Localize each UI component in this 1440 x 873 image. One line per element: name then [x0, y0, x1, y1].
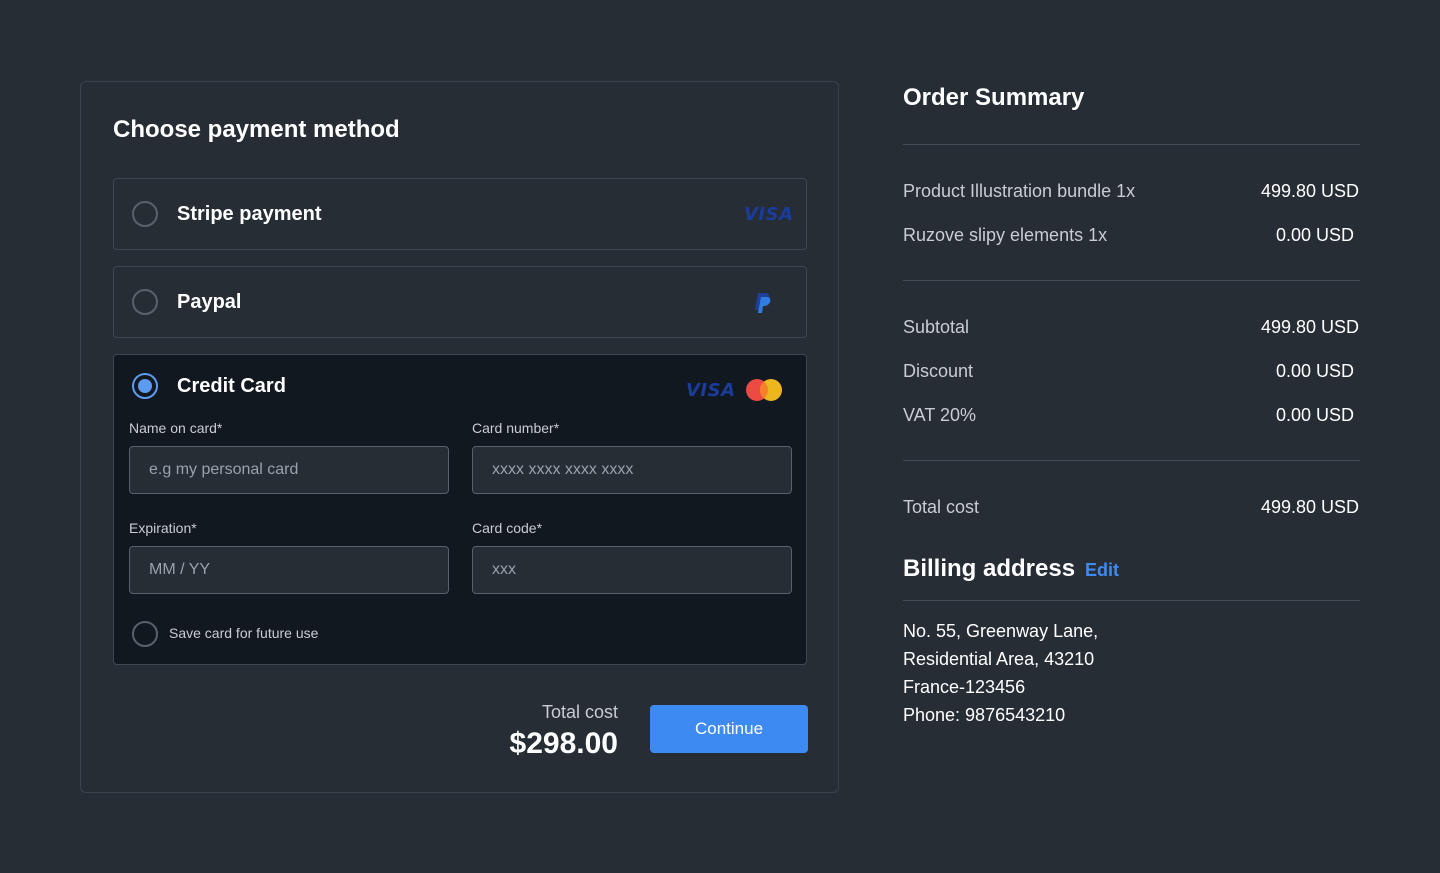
billing-edit-link[interactable]: Edit: [1085, 560, 1119, 581]
order-summary-title: Order Summary: [903, 84, 1085, 111]
total-cost-value: $298.00: [509, 727, 618, 760]
save-card-checkbox[interactable]: [132, 621, 158, 647]
item-value: 499.80 USD: [1260, 181, 1359, 201]
vat-label: VAT 20%: [903, 405, 977, 425]
divider: [903, 600, 1360, 601]
mastercard-logo-icon: [746, 379, 782, 401]
expiration-input[interactable]: [129, 546, 449, 594]
address-line: Phone: 9876543210: [903, 705, 1066, 725]
paypal-logo-icon: [755, 293, 771, 313]
card-code-label: Card code*: [472, 520, 543, 536]
summary-total-row: Total cost 499.80 USD: [903, 497, 1360, 521]
summary-total-value: 499.80 USD: [1260, 497, 1359, 517]
card-number-input[interactable]: [472, 446, 792, 494]
payment-option-credit-card[interactable]: Credit Card VISA Name on card* Card numb…: [113, 354, 807, 665]
summary-item-row: Ruzove slipy elements 1x 0.00 USD: [903, 225, 1360, 249]
credit-card-radio[interactable]: [132, 373, 158, 399]
expiration-label: Expiration*: [129, 520, 197, 536]
divider: [903, 144, 1360, 145]
discount-label: Discount: [903, 361, 974, 381]
billing-address-title: Billing address: [903, 555, 1076, 582]
payment-option-stripe[interactable]: Stripe payment VISA: [113, 178, 807, 250]
name-on-card-label: Name on card*: [129, 420, 223, 436]
visa-logo-icon: VISA: [686, 380, 736, 401]
save-card-label: Save card for future use: [169, 625, 319, 641]
vat-row: VAT 20% 0.00 USD: [903, 405, 1360, 429]
summary-total-label: Total cost: [903, 497, 980, 517]
total-cost-label: Total cost: [541, 702, 618, 722]
stripe-label: Stripe payment: [177, 203, 322, 225]
discount-row: Discount 0.00 USD: [903, 361, 1360, 385]
vat-value: 0.00 USD: [1275, 405, 1354, 425]
address-line: Residential Area, 43210: [903, 649, 1095, 669]
divider: [903, 280, 1360, 281]
visa-logo-icon: VISA: [744, 204, 794, 225]
address-line: France-123456: [903, 677, 1026, 697]
divider: [903, 460, 1360, 461]
credit-card-label: Credit Card: [177, 375, 286, 397]
name-on-card-input[interactable]: [129, 446, 449, 494]
paypal-label: Paypal: [177, 291, 242, 313]
subtotal-value: 499.80 USD: [1260, 317, 1359, 337]
item-label: Product Illustration bundle 1x: [903, 181, 1136, 201]
summary-item-row: Product Illustration bundle 1x 499.80 US…: [903, 181, 1360, 205]
item-label: Ruzove slipy elements 1x: [903, 225, 1108, 245]
card-code-input[interactable]: [472, 546, 792, 594]
stripe-radio[interactable]: [132, 201, 158, 227]
subtotal-row: Subtotal 499.80 USD: [903, 317, 1360, 341]
payment-title: Choose payment method: [113, 116, 400, 143]
card-number-label: Card number*: [472, 420, 560, 436]
address-line: No. 55, Greenway Lane,: [903, 621, 1099, 641]
paypal-radio[interactable]: [132, 289, 158, 315]
discount-value: 0.00 USD: [1275, 361, 1354, 381]
subtotal-label: Subtotal: [903, 317, 970, 337]
payment-option-paypal[interactable]: Paypal: [113, 266, 807, 338]
continue-button[interactable]: Continue: [650, 705, 808, 753]
item-value: 0.00 USD: [1275, 225, 1354, 245]
payment-panel: Choose payment method Stripe payment VIS…: [80, 81, 839, 793]
